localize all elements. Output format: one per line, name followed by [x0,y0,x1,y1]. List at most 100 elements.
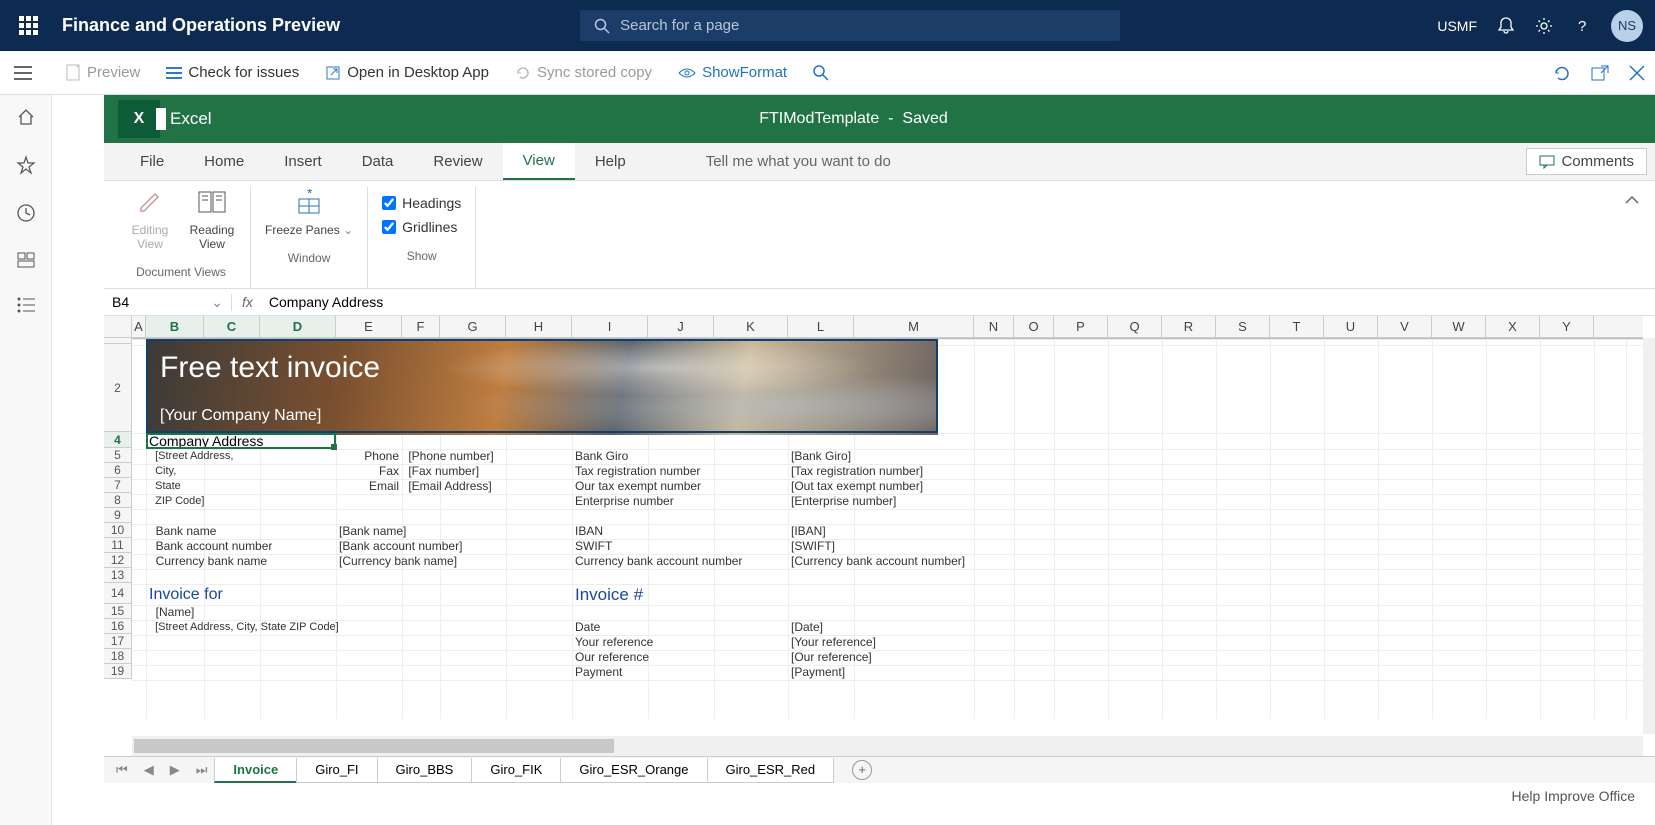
row-header[interactable]: 7 [104,478,131,493]
gridlines-checkbox[interactable]: Gridlines [382,219,461,235]
sheet-tab-Giro_BBS[interactable]: Giro_BBS [377,758,473,783]
add-sheet-button[interactable]: + [852,760,872,780]
last-sheet-icon[interactable]: ⏭ [188,762,216,778]
refresh-icon[interactable] [1553,64,1571,82]
row-header[interactable]: 9 [104,508,131,523]
col-header-V[interactable]: V [1378,316,1432,337]
col-header-R[interactable]: R [1162,316,1216,337]
comments-button[interactable]: Comments [1526,148,1647,175]
cell-area[interactable]: Free text invoice [Your Company Name]Com… [132,338,1643,734]
first-sheet-icon[interactable]: ⏮ [108,762,136,778]
row-header[interactable]: 10 [104,523,131,538]
help-improve-link[interactable]: Help Improve Office [1512,788,1635,804]
row-header[interactable]: 16 [104,619,131,634]
tab-view[interactable]: View [503,143,575,180]
row-header[interactable]: 6 [104,463,131,478]
open-desktop-button[interactable]: Open in Desktop App [325,64,489,81]
vertical-scrollbar[interactable] [1643,338,1655,734]
row-header[interactable]: 15 [104,604,131,619]
help-icon[interactable]: ? [1573,17,1591,35]
name-box[interactable]: B4⌄ [104,294,232,311]
col-header-N[interactable]: N [974,316,1014,337]
headings-checkbox[interactable]: Headings [382,195,461,211]
app-launcher-icon[interactable] [12,10,44,42]
home-icon[interactable] [16,107,36,127]
tab-help[interactable]: Help [575,143,646,180]
sync-button[interactable]: Sync stored copy [515,64,652,81]
next-sheet-icon[interactable]: ▶ [162,762,188,778]
row-header[interactable]: 8 [104,493,131,508]
star-icon[interactable] [16,155,36,175]
col-header-S[interactable]: S [1216,316,1270,337]
row-header[interactable]: 13 [104,568,131,583]
col-header-O[interactable]: O [1014,316,1054,337]
check-issues-button[interactable]: Check for issues [166,64,299,81]
user-avatar[interactable]: NS [1611,10,1643,42]
horizontal-scrollbar[interactable] [132,736,1643,756]
col-header-T[interactable]: T [1270,316,1324,337]
col-header-Y[interactable]: Y [1540,316,1594,337]
col-header-X[interactable]: X [1486,316,1540,337]
popout-icon[interactable] [1591,65,1609,81]
sheet-tab-Giro_ESR_Orange[interactable]: Giro_ESR_Orange [560,758,707,783]
bell-icon[interactable] [1497,17,1515,35]
col-header-Q[interactable]: Q [1108,316,1162,337]
reading-view-button[interactable]: Reading View [188,187,236,251]
row-header[interactable]: 12 [104,553,131,568]
col-header-P[interactable]: P [1054,316,1108,337]
row-header[interactable]: 11 [104,538,131,553]
sheet-tab-Giro_FI[interactable]: Giro_FI [296,758,377,783]
spreadsheet-grid[interactable]: ABCDEFGHIJKLMNOPQRSTUVWXY 24567891011121… [104,316,1655,756]
find-button[interactable] [813,65,829,81]
legal-entity[interactable]: USMF [1437,18,1477,34]
col-header-B[interactable]: B [146,316,204,337]
close-icon[interactable] [1629,65,1645,81]
workspace-icon[interactable] [16,251,36,269]
fx-icon[interactable]: fx [232,294,263,310]
col-header-I[interactable]: I [572,316,648,337]
row-header[interactable]: 5 [104,448,131,463]
row-header[interactable]: 17 [104,634,131,649]
nav-toggle-icon[interactable] [14,62,38,84]
app-name: Excel [170,109,212,129]
preview-button[interactable]: Preview [66,64,140,82]
tab-data[interactable]: Data [342,143,414,180]
gear-icon[interactable] [1535,17,1553,35]
row-header[interactable]: 4 [104,432,131,448]
tab-review[interactable]: Review [413,143,502,180]
row-header[interactable]: 18 [104,649,131,664]
recent-icon[interactable] [16,203,36,223]
row-header[interactable]: 14 [104,583,131,604]
col-header-F[interactable]: F [402,316,440,337]
col-header-G[interactable]: G [440,316,506,337]
sheet-tab-Giro_FIK[interactable]: Giro_FIK [471,758,561,783]
sheet-tab-Giro_ESR_Red[interactable]: Giro_ESR_Red [707,758,835,783]
global-search-input[interactable]: Search for a page [580,10,1120,41]
formula-input[interactable]: Company Address [263,294,389,310]
sheet-tab-Invoice[interactable]: Invoice [214,758,297,783]
col-header-D[interactable]: D [260,316,336,337]
editing-view-button[interactable]: Editing View [126,187,174,251]
tab-file[interactable]: File [120,143,184,180]
col-header-E[interactable]: E [336,316,402,337]
col-header-K[interactable]: K [714,316,788,337]
col-header-J[interactable]: J [648,316,714,337]
tab-home[interactable]: Home [184,143,264,180]
col-header-H[interactable]: H [506,316,572,337]
col-header-U[interactable]: U [1324,316,1378,337]
col-header-A[interactable]: A [132,316,146,337]
col-header-C[interactable]: C [204,316,260,337]
collapse-ribbon-icon[interactable] [1617,187,1647,213]
freeze-panes-button[interactable]: * Freeze Panes ⌄ [265,187,353,237]
show-format-button[interactable]: ShowFormat [678,64,787,81]
col-header-M[interactable]: M [854,316,974,337]
col-header-W[interactable]: W [1432,316,1486,337]
row-header[interactable]: 19 [104,664,131,679]
tab-insert[interactable]: Insert [264,143,342,180]
list-icon[interactable] [17,297,35,313]
prev-sheet-icon[interactable]: ◀ [136,762,162,778]
col-header-L[interactable]: L [788,316,854,337]
tab-tellme[interactable]: Tell me what you want to do [686,143,911,180]
row-header[interactable]: 2 [104,344,131,432]
select-all-corner[interactable] [104,316,132,337]
